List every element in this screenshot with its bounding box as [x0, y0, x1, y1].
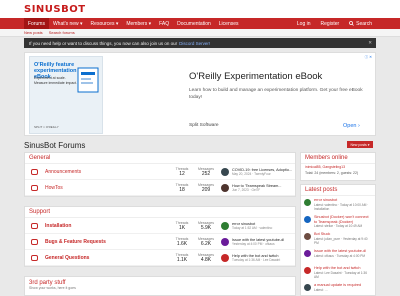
- avatar[interactable]: [304, 250, 311, 257]
- register-button[interactable]: Register: [317, 18, 344, 29]
- sub-nav: New posts Search forums: [0, 29, 400, 37]
- ad-image[interactable]: O'Reilly feature experimentation eBook E…: [29, 56, 103, 134]
- site-header: SINUSBOT: [0, 0, 400, 18]
- discord-link[interactable]: Discord Server!: [179, 41, 210, 46]
- latest-post-item[interactable]: error sinusbot Latest: valentino · Today …: [301, 196, 375, 213]
- advertisement[interactable]: O'Reilly feature experimentation eBook E…: [24, 52, 376, 136]
- avatar[interactable]: [304, 233, 311, 240]
- latest-post-item[interactable]: Help with the bot and twitch Latest: Lee …: [301, 264, 375, 281]
- members-online-title[interactable]: Members online: [301, 153, 375, 164]
- ad-image-brand: SPLIT × O'REILLY: [34, 125, 59, 129]
- nav-members[interactable]: Members ▾: [122, 18, 155, 29]
- latest-post[interactable]: Issue with the latest youtube-dl Yesterda…: [221, 237, 295, 246]
- latest-post-item[interactable]: Sinusbot (Docker) won't connect to Teams…: [301, 213, 375, 230]
- thread-count: 1.1K: [176, 256, 188, 263]
- avatar[interactable]: [221, 237, 229, 246]
- members-online: Members online inimical85, Gangsteling13…: [300, 152, 376, 181]
- category-third-party: 3rd party stuff Show your works, here it…: [24, 276, 296, 296]
- forum-name[interactable]: Installation: [45, 223, 71, 229]
- forum-icon: [31, 254, 38, 261]
- message-count: 209: [201, 186, 211, 193]
- login-button[interactable]: Log in: [293, 18, 315, 29]
- nav-licenses[interactable]: Licenses: [215, 18, 243, 29]
- ad-description: Learn how to build and manage an experim…: [189, 88, 363, 100]
- avatar[interactable]: [221, 183, 229, 192]
- avatar[interactable]: [304, 284, 311, 291]
- nav-account: Log in Register Search: [291, 18, 376, 29]
- forum-icon: [31, 238, 38, 245]
- latest-post[interactable]: COVID-19: free Licenses, Adoptio... May 2…: [221, 167, 295, 176]
- close-icon[interactable]: ✕: [368, 40, 372, 46]
- thread-count: 12: [179, 170, 185, 177]
- category-title[interactable]: General: [25, 153, 295, 164]
- latest-post[interactable]: Help with the bot and twitch Tuesday at 1…: [221, 253, 295, 262]
- message-count: 5.9K: [200, 224, 212, 231]
- avatar[interactable]: [304, 267, 311, 274]
- nav-whats-new[interactable]: What's new ▾: [49, 18, 87, 29]
- forum-name[interactable]: HowTos: [45, 185, 63, 191]
- forum-row[interactable]: Bugs & Feature Requests Threads 1.6K Mess…: [25, 234, 295, 250]
- message-count: 252: [201, 170, 211, 177]
- forum-icon: [31, 168, 38, 175]
- avatar[interactable]: [221, 167, 229, 176]
- forum-row[interactable]: Installation Threads 1K Messages 5.9K erro…: [25, 218, 295, 234]
- nav-resources[interactable]: Resources ▾: [87, 18, 123, 29]
- page-title: SinusBot Forums: [24, 141, 86, 150]
- latest-post-item[interactable]: Issue with the latest youtube-dl Latest: …: [301, 247, 375, 264]
- search-button[interactable]: Search: [345, 18, 376, 29]
- thread-count: 18: [179, 186, 185, 193]
- subnav-search-forums[interactable]: Search forums: [49, 30, 75, 35]
- ad-image-subtitle: Experiment at scale. Measure immediate i…: [34, 76, 77, 85]
- latest-posts: Latest posts error sinusbot Latest: valen…: [300, 184, 376, 296]
- ebook-cover-icon: [77, 67, 99, 93]
- notice-text: If you need help or want to discuss thin…: [29, 40, 178, 46]
- category-subtitle: Show your works, here it goes: [29, 286, 76, 290]
- ad-open-button[interactable]: Open ›: [343, 123, 360, 129]
- nav-documentation[interactable]: Documentation: [173, 18, 215, 29]
- search-label: Search: [356, 20, 372, 27]
- latest-post[interactable]: How to 'Teamspeak Stream... Jun 7, 2023 ·…: [221, 183, 295, 192]
- message-count: 4.8K: [200, 256, 212, 263]
- forum-row[interactable]: General Questions Threads 1.1K Messages 4.…: [25, 250, 295, 266]
- discord-notice: If you need help or want to discuss thin…: [24, 38, 376, 48]
- avatar[interactable]: [304, 216, 311, 223]
- forum-icon: [31, 184, 38, 191]
- ad-brand: Split Software: [189, 123, 219, 128]
- message-count: 6.2K: [200, 240, 212, 247]
- subnav-new-posts[interactable]: New posts: [24, 30, 43, 35]
- main-nav: Forums What's new ▾ Resources ▾ Members …: [0, 18, 400, 29]
- latest-post-item[interactable]: a manual update is required Latest: …: [301, 281, 375, 296]
- avatar[interactable]: [221, 253, 229, 262]
- nav-faq[interactable]: FAQ: [155, 18, 173, 29]
- thread-count: 1.6K: [176, 240, 188, 247]
- category-general: General Announcements Threads 12 Messages…: [24, 152, 296, 197]
- search-icon: [349, 21, 354, 26]
- forum-row[interactable]: HowTos Threads 18 Messages 209 How to 'Tea…: [25, 180, 295, 196]
- forum-name[interactable]: General Questions: [45, 255, 89, 261]
- latest-post[interactable]: error sinusbot Today at 1:52 AM · valenti…: [221, 221, 295, 230]
- latest-posts-title[interactable]: Latest posts: [301, 185, 375, 196]
- avatar[interactable]: [221, 221, 229, 230]
- forum-icon: [31, 222, 38, 229]
- avatar[interactable]: [304, 199, 311, 206]
- thread-count: 1K: [178, 224, 186, 231]
- nav-forums[interactable]: Forums: [24, 18, 49, 29]
- forum-row[interactable]: Announcements Threads 12 Messages 252 COVI…: [25, 164, 295, 180]
- ad-info-icon[interactable]: ⓘ ✕: [365, 55, 372, 60]
- category-title[interactable]: Support: [25, 207, 295, 218]
- site-logo[interactable]: SINUSBOT: [24, 4, 86, 15]
- forum-name[interactable]: Bugs & Feature Requests: [45, 239, 106, 245]
- forum-name[interactable]: Announcements: [45, 169, 81, 175]
- ad-title[interactable]: O'Reilly Experimentation eBook: [189, 71, 322, 82]
- category-support: Support Installation Threads 1K Messages 5…: [24, 206, 296, 267]
- latest-post-item[interactable]: Bot Stuck Latest: julian_pure · Yesterday…: [301, 230, 375, 247]
- new-posts-button[interactable]: New posts ▾: [347, 141, 373, 148]
- online-total: Total: 24 (members: 2, guests: 22): [305, 171, 359, 175]
